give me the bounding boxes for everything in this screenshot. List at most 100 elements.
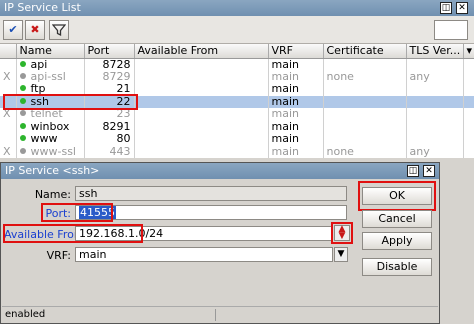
row-certificate xyxy=(323,95,407,108)
disable-button[interactable]: ✖ xyxy=(25,20,45,40)
row-name: winbox xyxy=(16,120,85,133)
dialog-title: IP Service <ssh> xyxy=(5,164,100,177)
row-pad xyxy=(463,133,474,146)
list-window-titlebar: IP Service List xyxy=(0,0,474,16)
row-tls-version: any xyxy=(406,70,464,83)
row-name: www xyxy=(16,133,85,146)
service-name: www xyxy=(30,133,58,146)
available-from-highlight xyxy=(3,224,143,243)
status-divider xyxy=(215,309,216,321)
row-vrf: main xyxy=(268,83,324,96)
row-pad xyxy=(463,120,474,133)
row-port: 443 xyxy=(84,145,135,158)
col-vrf[interactable]: VRF xyxy=(268,44,324,59)
dialog-close-button[interactable]: ✕ xyxy=(423,165,435,177)
table-row[interactable]: api 8728 main xyxy=(0,58,474,71)
status-dot-icon xyxy=(19,72,26,79)
status-dot-icon xyxy=(19,147,26,154)
row-name: api xyxy=(16,58,85,71)
list-restore-button[interactable]: ◫ xyxy=(440,2,452,14)
row-pad xyxy=(463,58,474,71)
find-input[interactable] xyxy=(434,20,468,40)
x-icon: ✖ xyxy=(30,23,40,36)
service-name: api xyxy=(30,58,48,71)
row-vrf: main xyxy=(268,120,324,133)
row-port: 80 xyxy=(84,133,135,146)
table-row[interactable]: winbox 8291 main xyxy=(0,120,474,133)
col-name[interactable]: Name xyxy=(16,44,85,59)
chevron-down-icon: ▼ xyxy=(337,249,345,259)
row-tls-version xyxy=(406,58,464,71)
status-dot-icon xyxy=(19,60,26,67)
status-bar: enabled xyxy=(2,306,438,322)
port-field[interactable]: 41555 xyxy=(75,205,347,220)
service-name: www-ssl xyxy=(30,145,76,158)
table-row[interactable]: Xwww-ssl 443 main none any xyxy=(0,145,474,158)
row-port: 8291 xyxy=(84,120,135,133)
status-dot-icon xyxy=(19,135,26,142)
ssh-row-highlight xyxy=(3,94,138,110)
col-tls-version[interactable]: TLS Ver... xyxy=(406,44,464,59)
status-dot-icon xyxy=(19,85,26,92)
port-highlight xyxy=(41,203,113,222)
row-pad xyxy=(463,108,474,121)
col-flag xyxy=(0,44,17,59)
table-row[interactable]: Xapi-ssl 8729 main none any xyxy=(0,70,474,83)
row-name: www-ssl xyxy=(16,145,85,158)
row-tls-version xyxy=(406,133,464,146)
row-certificate xyxy=(323,58,407,71)
row-flag xyxy=(0,120,17,133)
row-tls-version: any xyxy=(406,145,464,158)
row-available-from xyxy=(134,58,269,71)
row-name: api-ssl xyxy=(16,70,85,83)
row-flag xyxy=(0,133,17,146)
list-close-button[interactable]: ✕ xyxy=(456,2,468,14)
row-vrf: main xyxy=(268,108,324,121)
row-available-from xyxy=(134,83,269,96)
row-certificate: none xyxy=(323,145,407,158)
row-vrf: main xyxy=(268,58,324,71)
row-available-from xyxy=(134,145,269,158)
row-port: 8729 xyxy=(84,70,135,83)
col-available-from[interactable]: Available From xyxy=(134,44,269,59)
row-available-from xyxy=(134,108,269,121)
row-available-from xyxy=(134,120,269,133)
row-tls-version xyxy=(406,108,464,121)
row-certificate xyxy=(323,120,407,133)
row-pad xyxy=(463,95,474,108)
service-dialog: IP Service <ssh> ◫ ✕ Name: ssh Port: 415… xyxy=(0,162,440,324)
col-certificate[interactable]: Certificate xyxy=(323,44,407,59)
row-available-from xyxy=(134,133,269,146)
row-certificate: none xyxy=(323,70,407,83)
col-menu[interactable]: ▾ xyxy=(463,44,474,59)
vrf-dropdown-button[interactable]: ▼ xyxy=(334,247,348,262)
row-tls-version xyxy=(406,120,464,133)
vrf-select[interactable]: main xyxy=(75,247,333,262)
row-pad xyxy=(463,83,474,96)
col-port[interactable]: Port xyxy=(84,44,135,59)
cancel-button[interactable]: Cancel xyxy=(362,210,432,228)
filter-icon xyxy=(51,24,67,37)
status-text: enabled xyxy=(5,309,46,320)
row-flag xyxy=(0,58,17,71)
row-certificate xyxy=(323,133,407,146)
row-certificate xyxy=(323,83,407,96)
apply-button[interactable]: Apply xyxy=(362,232,432,250)
dialog-restore-button[interactable]: ◫ xyxy=(407,165,419,177)
row-flag: X xyxy=(0,70,17,83)
name-label: Name: xyxy=(34,188,71,201)
service-name: winbox xyxy=(30,120,70,133)
table-row[interactable]: www 80 main xyxy=(0,133,474,146)
dialog-titlebar: IP Service <ssh> xyxy=(1,163,439,179)
row-tls-version xyxy=(406,95,464,108)
filter-button[interactable] xyxy=(49,20,69,40)
row-vrf: main xyxy=(268,133,324,146)
status-dot-icon xyxy=(19,110,26,117)
row-vrf: main xyxy=(268,95,324,108)
row-flag: X xyxy=(0,145,17,158)
enable-button[interactable]: ✔ xyxy=(3,20,23,40)
check-icon: ✔ xyxy=(8,23,18,36)
row-available-from xyxy=(134,95,269,108)
disable-button[interactable]: Disable xyxy=(362,258,432,276)
row-tls-version xyxy=(406,83,464,96)
